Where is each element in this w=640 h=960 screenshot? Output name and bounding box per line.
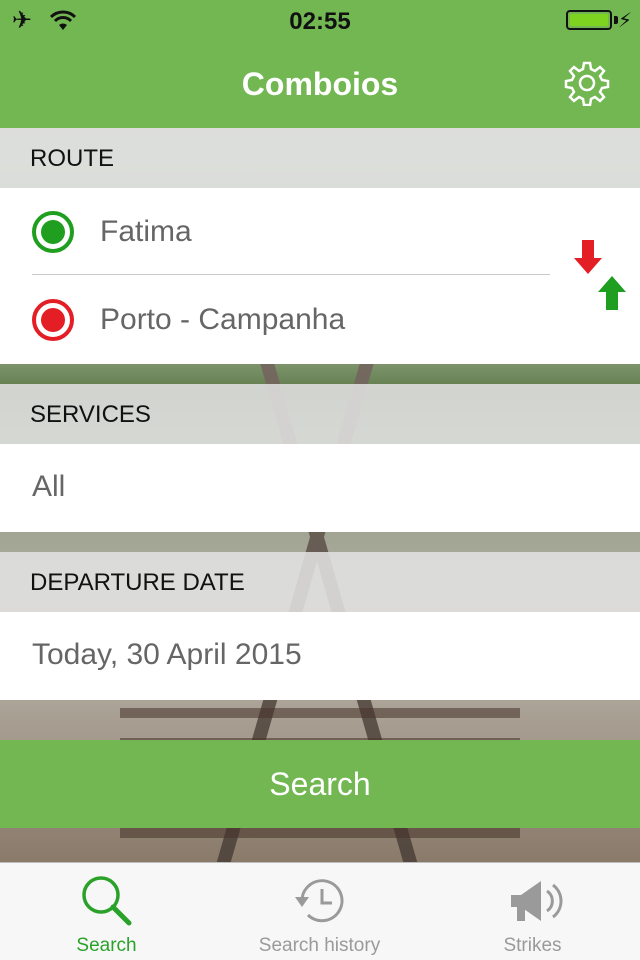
destination-marker-icon	[32, 299, 74, 341]
destination-row[interactable]: Porto - Campanha	[0, 276, 560, 364]
battery-icon	[566, 10, 612, 30]
origin-row[interactable]: Fatima	[0, 188, 560, 276]
route-section-header: ROUTE	[0, 128, 640, 188]
services-value: All	[32, 470, 66, 503]
search-button[interactable]: Search	[0, 740, 640, 828]
tab-search[interactable]: Search	[0, 863, 213, 960]
app-title: Comboios	[241, 66, 399, 102]
origin-station: Fatima	[100, 215, 192, 248]
departure-date-field[interactable]: Today, 30 April 2015	[0, 612, 640, 700]
gear-icon[interactable]	[564, 60, 610, 106]
navigation-bar: Comboios	[0, 40, 640, 128]
departure-date-value: Today, 30 April 2015	[32, 638, 302, 671]
tab-bar: Search Search history Strikes	[0, 862, 640, 960]
tab-search-history-label: Search history	[258, 935, 381, 956]
rail-sleeper	[120, 708, 520, 718]
swap-route-icon[interactable]	[574, 238, 630, 312]
departure-section-header: DEPARTURE DATE	[0, 552, 640, 612]
history-icon	[294, 879, 343, 923]
status-time: 02:55	[289, 8, 351, 35]
services-field[interactable]: All	[0, 444, 640, 532]
megaphone-icon	[510, 881, 562, 921]
services-section-header: SERVICES	[0, 384, 640, 444]
status-bar: ✈ 02:55 ⚡	[0, 0, 640, 40]
route-divider	[32, 274, 550, 275]
route-card: Fatima Porto - Campanha	[0, 188, 640, 364]
destination-station: Porto - Campanha	[100, 303, 346, 336]
tab-search-history[interactable]: Search history	[213, 863, 426, 960]
tab-strikes-label: Strikes	[503, 935, 562, 956]
tab-strikes[interactable]: Strikes	[426, 863, 639, 960]
charging-bolt-icon: ⚡	[617, 10, 632, 32]
origin-marker-icon	[32, 211, 74, 253]
tab-search-label: Search	[76, 935, 137, 956]
search-icon	[81, 876, 131, 926]
rail-sleeper	[120, 828, 520, 838]
